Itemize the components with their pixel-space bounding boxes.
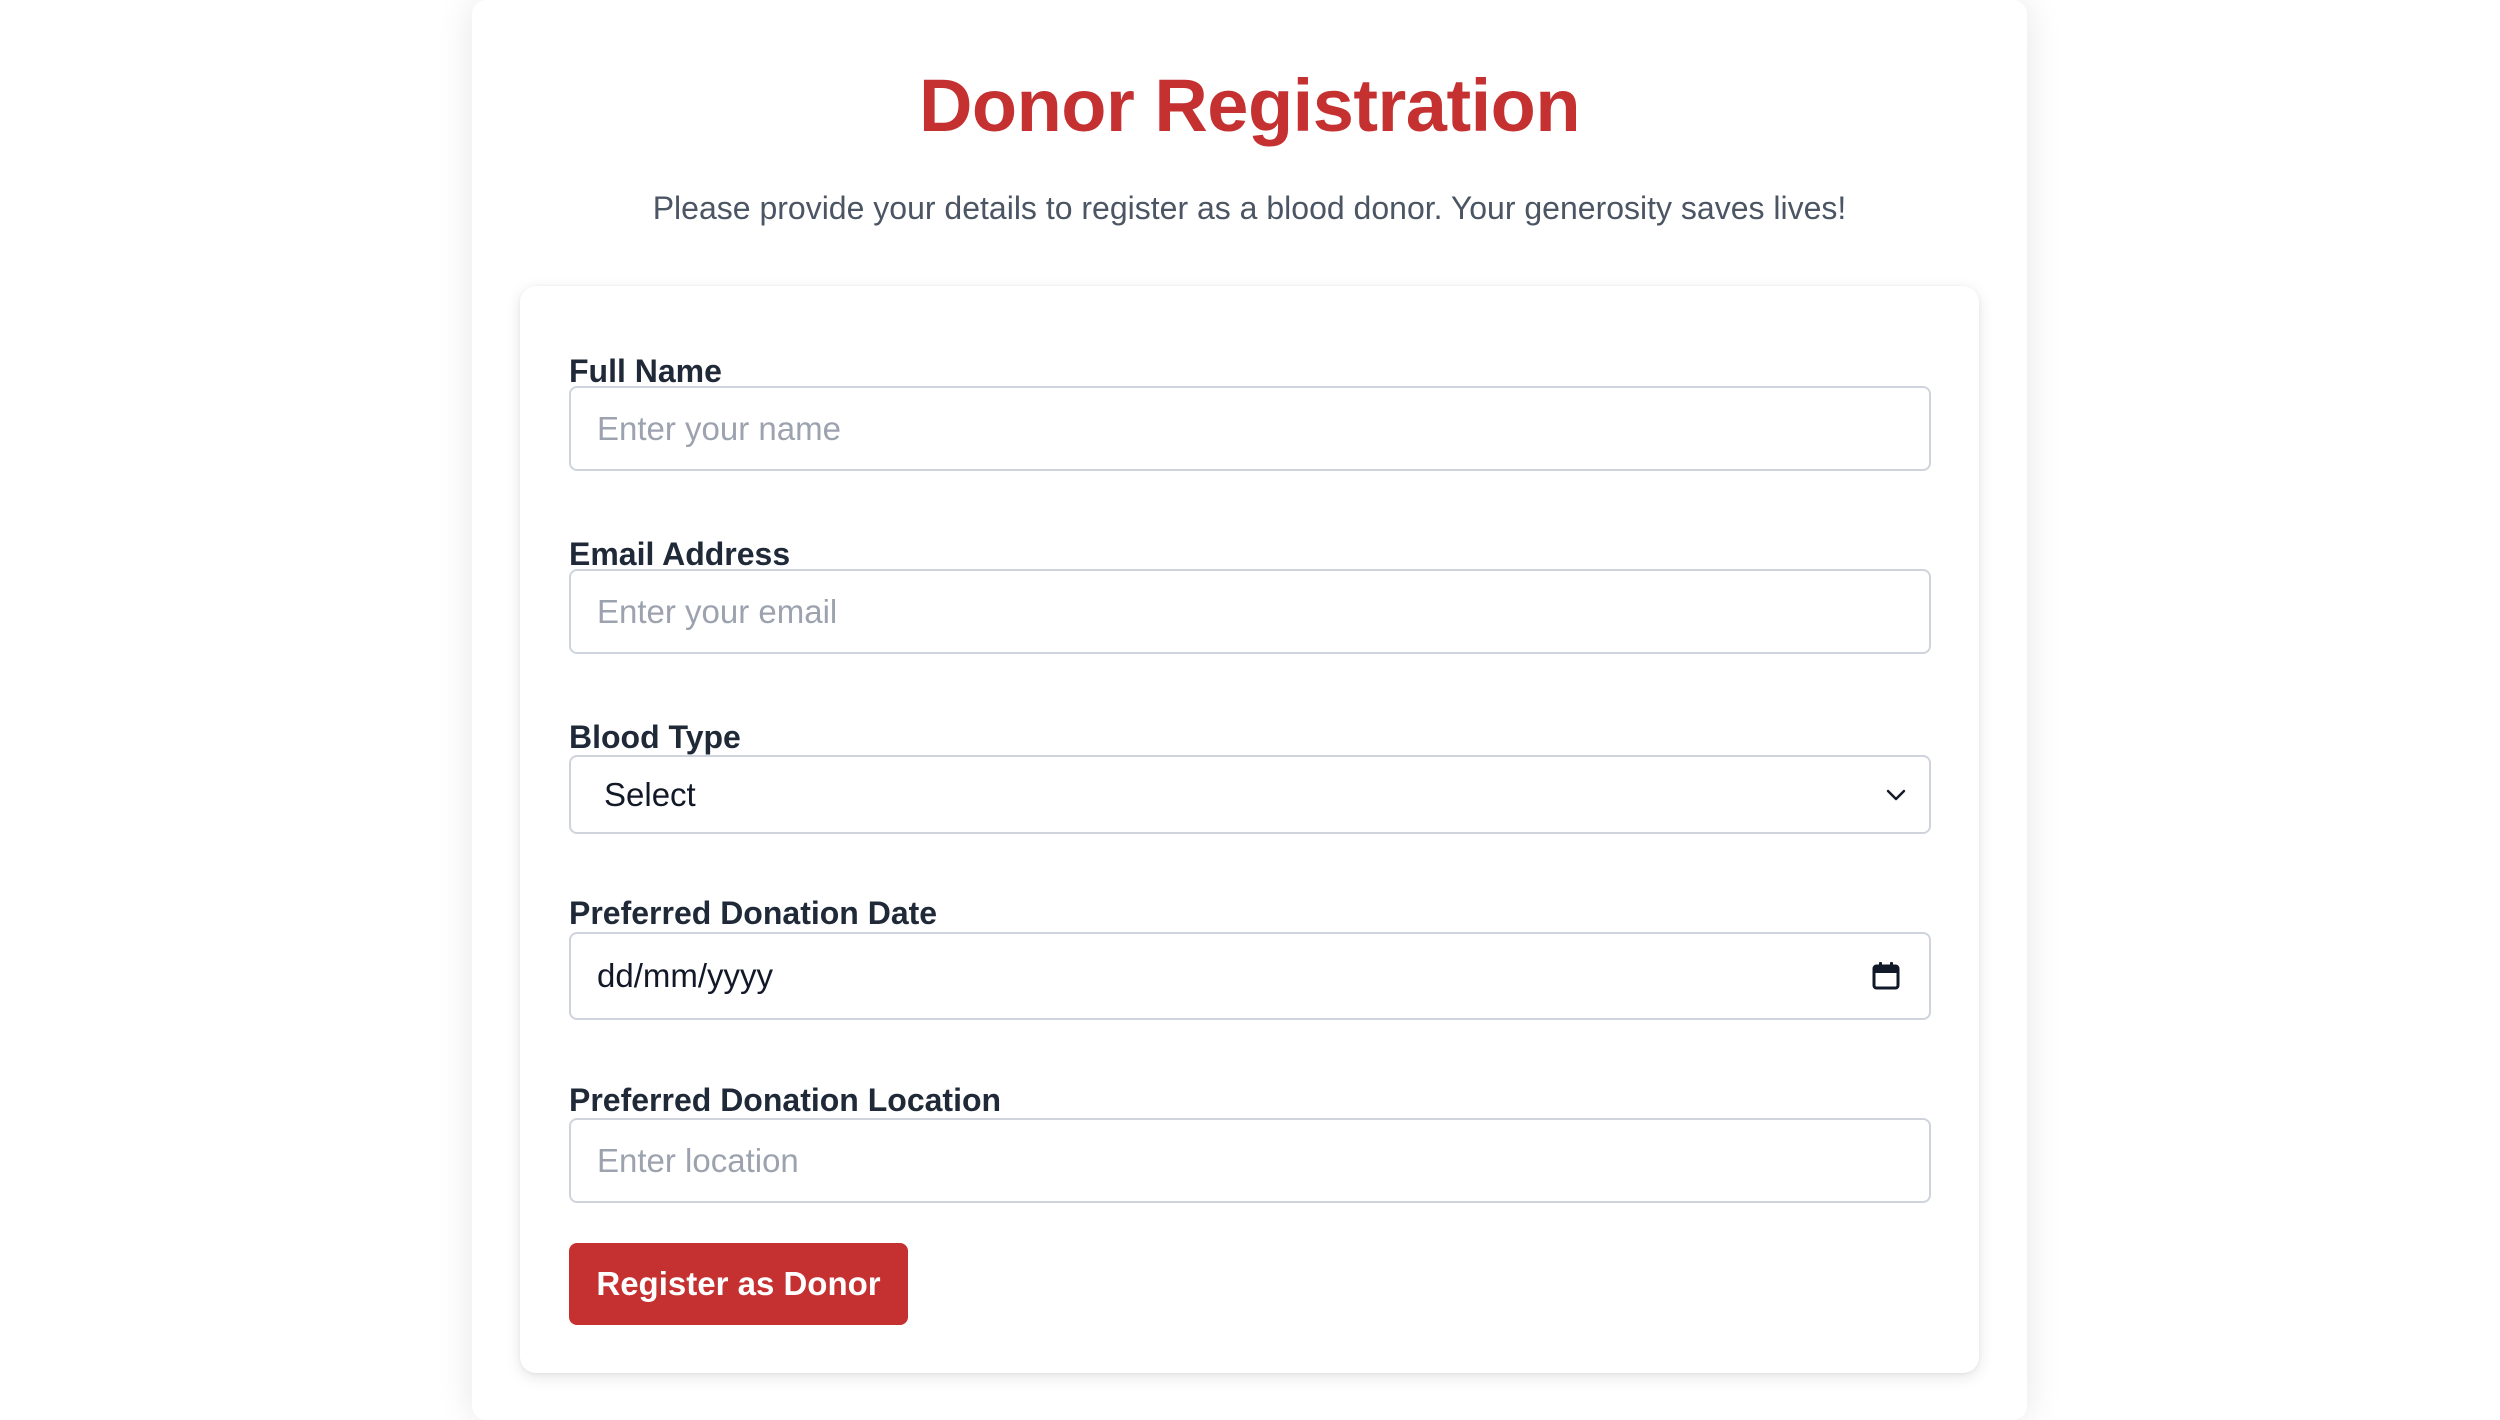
chevron-down-icon [1883,782,1909,808]
calendar-icon[interactable] [1869,959,1903,993]
register-as-donor-button[interactable]: Register as Donor [569,1243,908,1325]
email-input[interactable] [569,569,1931,654]
blood-type-select[interactable]: Select [569,755,1931,834]
blood-type-label: Blood Type [569,719,741,755]
donor-registration-form: Full Name Email Address Blood Type Selec… [520,286,1979,1373]
donation-date-input[interactable]: dd/mm/yyyy [569,932,1931,1020]
blood-type-selected-value: Select [604,775,696,813]
donation-location-input[interactable] [569,1118,1931,1203]
full-name-input[interactable] [569,386,1931,471]
donation-date-value: dd/mm/yyyy [597,957,774,994]
full-name-label: Full Name [569,353,722,389]
page-subtitle: Please provide your details to register … [652,190,1847,226]
email-label: Email Address [569,536,791,572]
donation-location-label: Preferred Donation Location [569,1082,1002,1118]
page-card: Donor Registration Please provide your d… [472,0,2027,1420]
page-title: Donor Registration [918,64,1581,147]
donation-date-label: Preferred Donation Date [569,895,938,931]
